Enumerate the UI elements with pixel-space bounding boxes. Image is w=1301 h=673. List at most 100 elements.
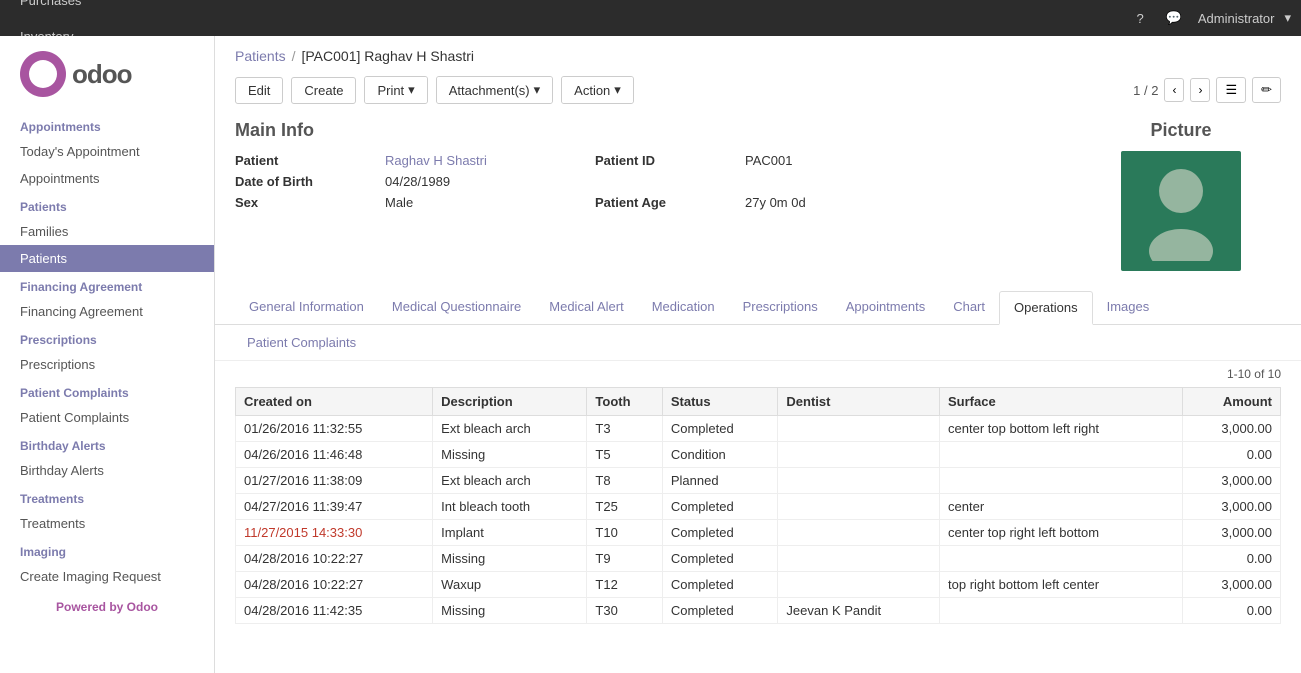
patient-id-value: PAC001 bbox=[745, 153, 945, 168]
td-description: Missing bbox=[433, 442, 587, 468]
chat-icon[interactable]: 💬 bbox=[1160, 8, 1188, 28]
th-description: Description bbox=[433, 388, 587, 416]
action-group: Action ▾ bbox=[561, 76, 634, 104]
sex-label: Sex bbox=[235, 195, 375, 210]
td-tooth: T9 bbox=[587, 546, 662, 572]
breadcrumb-separator: / bbox=[292, 48, 296, 64]
nav-next-button[interactable]: › bbox=[1190, 78, 1210, 102]
sidebar-section-title-patients: Patients bbox=[0, 192, 214, 218]
td-created-on: 04/26/2016 11:46:48 bbox=[236, 442, 433, 468]
td-created-on: 04/28/2016 10:22:27 bbox=[236, 572, 433, 598]
edit-view-button[interactable]: ✏ bbox=[1252, 77, 1281, 103]
th-created-on: Created on bbox=[236, 388, 433, 416]
sidebar-item-patients[interactable]: Patients bbox=[0, 245, 214, 272]
patient-label: Patient bbox=[235, 153, 375, 168]
sidebar-scroll: AppointmentsToday's AppointmentAppointme… bbox=[0, 112, 214, 673]
admin-user-label[interactable]: Administrator bbox=[1198, 11, 1275, 26]
table-section: 1-10 of 10 Created onDescriptionToothSta… bbox=[215, 361, 1301, 673]
td-description: Int bleach tooth bbox=[433, 494, 587, 520]
dob-value: 04/28/1989 bbox=[385, 174, 585, 189]
top-nav-right: ? 💬 Administrator ▾ bbox=[1130, 8, 1291, 28]
sidebar-section-title-birthday-alerts: Birthday Alerts bbox=[0, 431, 214, 457]
td-status: Completed bbox=[662, 572, 778, 598]
table-row[interactable]: 04/26/2016 11:46:48MissingT5Condition0.0… bbox=[236, 442, 1281, 468]
td-dentist bbox=[778, 442, 940, 468]
td-description: Ext bleach arch bbox=[433, 416, 587, 442]
logo-inner-circle bbox=[29, 60, 57, 88]
sidebar-item-patient-complaints[interactable]: Patient Complaints bbox=[0, 404, 214, 431]
table-row[interactable]: 01/27/2016 11:38:09Ext bleach archT8Plan… bbox=[236, 468, 1281, 494]
sidebar-item-appointments[interactable]: Appointments bbox=[0, 165, 214, 192]
td-dentist bbox=[778, 468, 940, 494]
subtab-patient-complaints[interactable]: Patient Complaints bbox=[235, 331, 368, 354]
main-layout: odoo AppointmentsToday's AppointmentAppo… bbox=[0, 36, 1301, 673]
table-row[interactable]: 11/27/2015 14:33:30ImplantT10Completedce… bbox=[236, 520, 1281, 546]
table-row[interactable]: 04/28/2016 10:22:27WaxupT12Completedtop … bbox=[236, 572, 1281, 598]
td-created-on: 04/28/2016 10:22:27 bbox=[236, 546, 433, 572]
th-tooth: Tooth bbox=[587, 388, 662, 416]
table-row[interactable]: 01/26/2016 11:32:55Ext bleach archT3Comp… bbox=[236, 416, 1281, 442]
sidebar-item-prescriptions[interactable]: Prescriptions bbox=[0, 351, 214, 378]
td-surface: center top bottom left right bbox=[940, 416, 1183, 442]
tab-appointments[interactable]: Appointments bbox=[832, 291, 940, 325]
table-body: 01/26/2016 11:32:55Ext bleach archT3Comp… bbox=[236, 416, 1281, 624]
tabs-bar: General InformationMedical Questionnaire… bbox=[215, 291, 1301, 325]
attachments-button[interactable]: Attachment(s) ▾ bbox=[437, 77, 552, 103]
td-amount: 3,000.00 bbox=[1183, 572, 1281, 598]
nav-prev-button[interactable]: ‹ bbox=[1164, 78, 1184, 102]
tab-images[interactable]: Images bbox=[1093, 291, 1164, 325]
td-amount: 3,000.00 bbox=[1183, 468, 1281, 494]
list-view-button[interactable]: ☰ bbox=[1216, 77, 1246, 103]
print-button[interactable]: Print ▾ bbox=[365, 77, 426, 103]
edit-button[interactable]: Edit bbox=[235, 77, 283, 104]
sidebar-section-title-patient-complaints: Patient Complaints bbox=[0, 378, 214, 404]
tab-general-information[interactable]: General Information bbox=[235, 291, 378, 325]
sidebar-item-today's-appointment[interactable]: Today's Appointment bbox=[0, 138, 214, 165]
admin-dropdown-icon[interactable]: ▾ bbox=[1284, 10, 1291, 26]
logo-text: odoo bbox=[72, 59, 132, 90]
tab-medication[interactable]: Medication bbox=[638, 291, 729, 325]
sidebar-item-birthday-alerts[interactable]: Birthday Alerts bbox=[0, 457, 214, 484]
tab-chart[interactable]: Chart bbox=[939, 291, 999, 325]
picture-section: Picture bbox=[1081, 120, 1281, 271]
th-surface: Surface bbox=[940, 388, 1183, 416]
create-button[interactable]: Create bbox=[291, 77, 356, 104]
main-info-section: Main Info Patient Raghav H Shastri Patie… bbox=[215, 110, 1301, 281]
td-amount: 3,000.00 bbox=[1183, 494, 1281, 520]
sidebar-item-families[interactable]: Families bbox=[0, 218, 214, 245]
toolbar: Edit Create Print ▾ Attachment(s) ▾ Acti… bbox=[215, 70, 1301, 110]
patient-age-label: Patient Age bbox=[595, 195, 735, 210]
table-row[interactable]: 04/27/2016 11:39:47Int bleach toothT25Co… bbox=[236, 494, 1281, 520]
help-icon[interactable]: ? bbox=[1130, 9, 1149, 28]
tab-operations[interactable]: Operations bbox=[999, 291, 1093, 325]
nav-item-purchases[interactable]: Purchases bbox=[10, 0, 147, 18]
print-dropdown-icon: ▾ bbox=[408, 82, 415, 98]
sex-value: Male bbox=[385, 195, 585, 210]
action-button[interactable]: Action ▾ bbox=[562, 77, 633, 103]
breadcrumb-current: [PAC001] Raghav H Shastri bbox=[301, 48, 474, 64]
td-created-on: 01/26/2016 11:32:55 bbox=[236, 416, 433, 442]
patient-age-value: 27y 0m 0d bbox=[745, 195, 945, 210]
nav-count: 1 / 2 bbox=[1133, 83, 1158, 98]
td-dentist bbox=[778, 520, 940, 546]
print-group: Print ▾ bbox=[364, 76, 427, 104]
table-row[interactable]: 04/28/2016 10:22:27MissingT9Completed0.0… bbox=[236, 546, 1281, 572]
info-fields: Main Info Patient Raghav H Shastri Patie… bbox=[235, 120, 1061, 271]
sidebar-item-create-imaging-request[interactable]: Create Imaging Request bbox=[0, 563, 214, 590]
breadcrumb-parent-link[interactable]: Patients bbox=[235, 48, 286, 64]
table-row[interactable]: 04/28/2016 11:42:35MissingT30CompletedJe… bbox=[236, 598, 1281, 624]
td-created-on: 04/27/2016 11:39:47 bbox=[236, 494, 433, 520]
td-surface: center top right left bottom bbox=[940, 520, 1183, 546]
tab-medical-questionnaire[interactable]: Medical Questionnaire bbox=[378, 291, 535, 325]
tab-medical-alert[interactable]: Medical Alert bbox=[535, 291, 637, 325]
sidebar-logo: odoo bbox=[0, 36, 214, 112]
sidebar-item-treatments[interactable]: Treatments bbox=[0, 510, 214, 537]
tab-prescriptions[interactable]: Prescriptions bbox=[729, 291, 832, 325]
td-status: Planned bbox=[662, 468, 778, 494]
td-tooth: T30 bbox=[587, 598, 662, 624]
patient-value[interactable]: Raghav H Shastri bbox=[385, 153, 585, 168]
td-status: Completed bbox=[662, 416, 778, 442]
sidebar-section-title-treatments: Treatments bbox=[0, 484, 214, 510]
action-dropdown-icon: ▾ bbox=[614, 82, 621, 98]
sidebar-item-financing-agreement[interactable]: Financing Agreement bbox=[0, 298, 214, 325]
